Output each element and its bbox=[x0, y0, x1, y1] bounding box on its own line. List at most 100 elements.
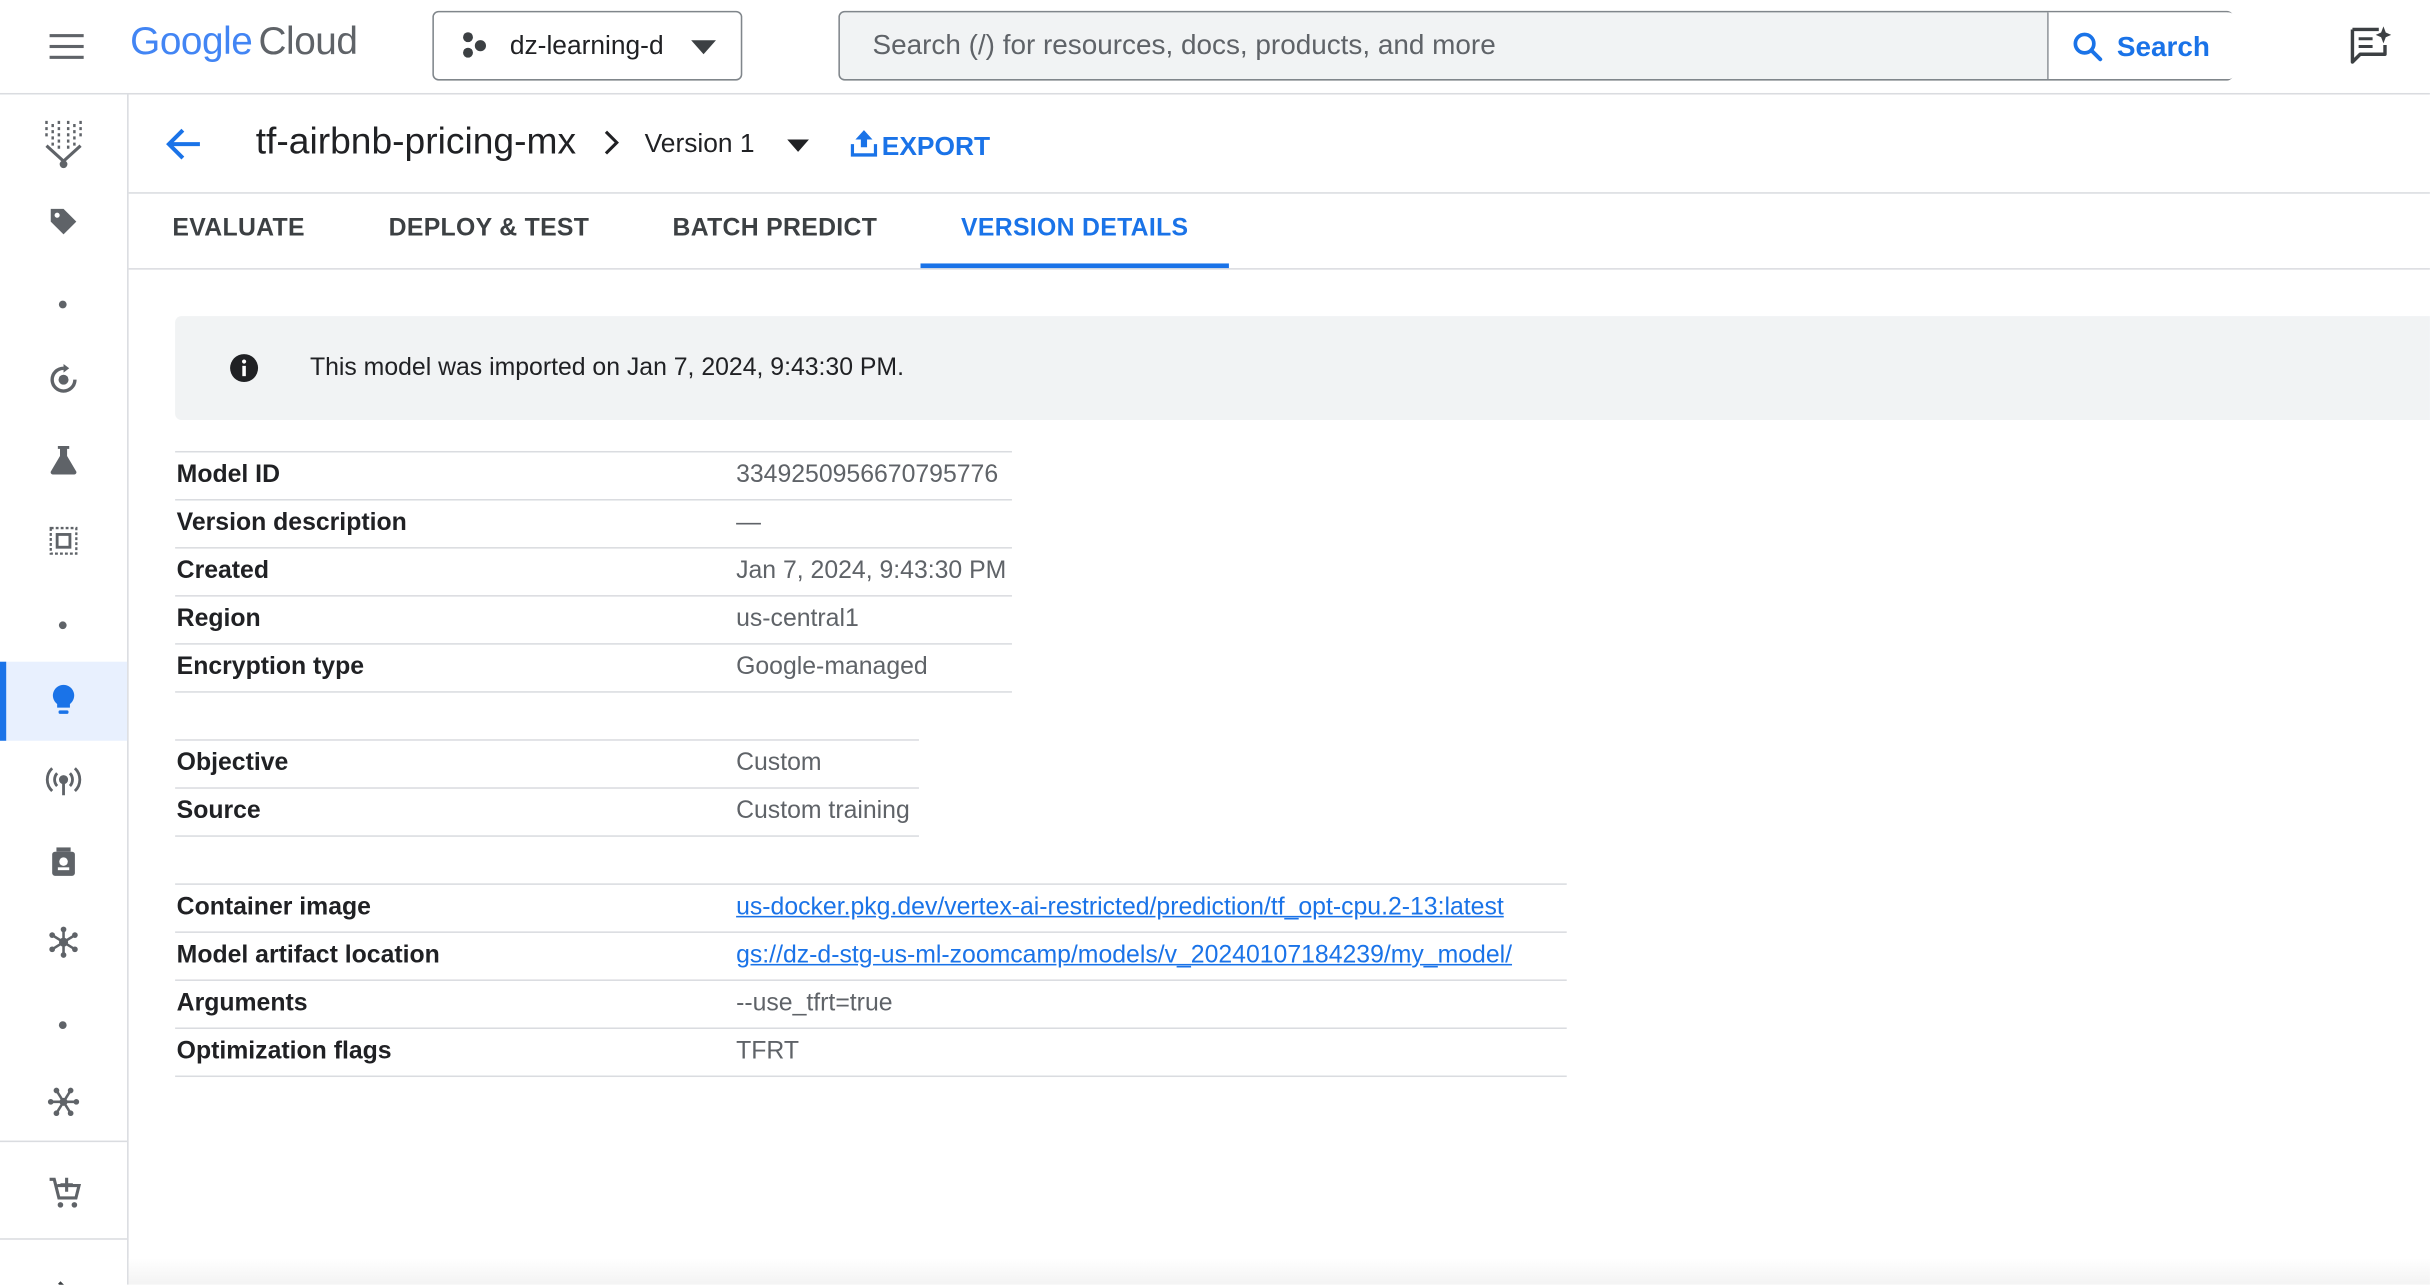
details-training-table: Objective Custom Source Custom training bbox=[175, 739, 919, 837]
row-key: Model ID bbox=[176, 461, 280, 489]
project-picker[interactable]: dz-learning-d bbox=[432, 10, 743, 81]
chevron-down-icon bbox=[691, 40, 716, 55]
endpoints-icon bbox=[45, 767, 82, 796]
vertex-ai-icon bbox=[45, 120, 82, 169]
feature-store-icon bbox=[52, 847, 75, 876]
export-label: EXPORT bbox=[881, 131, 991, 162]
search-button-label: Search bbox=[2116, 30, 2210, 62]
rail-item-workbench[interactable] bbox=[0, 510, 127, 572]
project-name: dz-learning-d bbox=[509, 30, 664, 61]
tab-version-details[interactable]: VERSION DETAILS bbox=[920, 194, 1229, 269]
search-input[interactable] bbox=[839, 12, 2046, 80]
table-row: Arguments --use_tfrt=true bbox=[175, 981, 1567, 1030]
chevron-down-icon bbox=[787, 139, 809, 152]
row-key: Optimization flags bbox=[176, 1038, 392, 1065]
tab-label: VERSION DETAILS bbox=[961, 215, 1189, 242]
banner-message: This model was imported on Jan 7, 2024, … bbox=[309, 354, 904, 382]
row-key: Created bbox=[176, 557, 269, 585]
table-row: Source Custom training bbox=[175, 789, 919, 837]
container-image-link[interactable]: us-docker.pkg.dev/vertex-ai-restricted/p… bbox=[736, 894, 1504, 922]
breadcrumb-chevron-icon bbox=[604, 130, 619, 155]
details-container-table: Container image us-docker.pkg.dev/vertex… bbox=[175, 883, 1567, 1078]
tab-deploy-test[interactable]: DEPLOY & TEST bbox=[369, 194, 609, 267]
tab-label: DEPLOY & TEST bbox=[388, 215, 590, 242]
row-value: TFRT bbox=[736, 1038, 800, 1065]
workbench-icon bbox=[49, 526, 78, 555]
version-label: Version 1 bbox=[644, 128, 755, 159]
table-row: Created Jan 7, 2024, 9:43:30 PM bbox=[175, 549, 1012, 597]
row-key: Version description bbox=[176, 509, 407, 537]
rail-item-feature-store[interactable] bbox=[0, 831, 127, 893]
search-icon bbox=[2073, 32, 2103, 62]
pipelines-icon bbox=[50, 364, 77, 393]
table-row: Model artifact location gs://dz-d-stg-us… bbox=[175, 933, 1567, 981]
table-row: Objective Custom bbox=[175, 741, 919, 789]
row-key: Region bbox=[176, 605, 261, 633]
main-menu-icon[interactable] bbox=[43, 28, 89, 65]
tab-label: BATCH PREDICT bbox=[672, 215, 878, 242]
metadata-icon bbox=[47, 1087, 80, 1117]
rail-expand-toggle[interactable] bbox=[0, 1260, 127, 1285]
info-banner: This model was imported on Jan 7, 2024, … bbox=[175, 316, 2430, 420]
app-root: Google Cloud dz-learning-d Search (/) fo… bbox=[0, 0, 2430, 1285]
rail-item-labeling[interactable] bbox=[0, 191, 127, 253]
table-row: Region us-central1 bbox=[175, 597, 1012, 645]
tag-icon bbox=[50, 208, 77, 235]
version-dropdown[interactable]: Version 1 bbox=[645, 119, 823, 169]
gemini-chat-icon[interactable] bbox=[2346, 23, 2392, 69]
row-key: Source bbox=[176, 798, 261, 825]
rail-item-model-registry[interactable] bbox=[0, 661, 128, 741]
tab-label: EVALUATE bbox=[172, 215, 305, 242]
model-registry-icon bbox=[52, 684, 75, 714]
tab-evaluate[interactable]: EVALUATE bbox=[129, 194, 349, 267]
rail-item-experiments[interactable] bbox=[0, 429, 127, 491]
search-bar: Search bbox=[838, 10, 2235, 81]
rail-separator bbox=[0, 1238, 128, 1240]
tab-batch-predict[interactable]: BATCH PREDICT bbox=[652, 194, 897, 267]
marketplace-icon bbox=[49, 1177, 82, 1208]
artifact-location-link[interactable]: gs://dz-d-stg-us-ml-zoomcamp/models/v_20… bbox=[736, 942, 1512, 970]
row-key: Encryption type bbox=[176, 653, 365, 681]
top-bar: Google Cloud dz-learning-d Search bbox=[0, 0, 2430, 95]
info-icon bbox=[230, 354, 259, 383]
row-key: Objective bbox=[176, 750, 289, 777]
row-value: Jan 7, 2024, 9:43:30 PM bbox=[736, 557, 1007, 585]
active-indicator bbox=[0, 661, 7, 741]
rail-item-marketplace[interactable] bbox=[0, 1161, 127, 1223]
table-row: Version description — bbox=[175, 501, 1012, 549]
search-button[interactable]: Search bbox=[2047, 12, 2235, 80]
export-icon bbox=[850, 130, 878, 157]
row-value: Google-managed bbox=[736, 653, 928, 681]
project-icon bbox=[463, 32, 486, 58]
table-row: Encryption type Google-managed bbox=[175, 645, 1012, 693]
row-value: Custom bbox=[736, 750, 822, 777]
rail-item-metadata[interactable] bbox=[0, 1071, 127, 1133]
row-key: Model artifact location bbox=[176, 942, 440, 969]
chevron-right-icon bbox=[58, 1281, 64, 1285]
left-nav-rail bbox=[0, 94, 129, 1285]
rail-item-vector-search[interactable] bbox=[0, 911, 127, 973]
row-key: Container image bbox=[176, 894, 371, 921]
rail-item-vertex-ai[interactable] bbox=[0, 112, 127, 180]
page-title: tf-airbnb-pricing-mx bbox=[255, 120, 577, 163]
row-value: --use_tfrt=true bbox=[736, 990, 893, 1017]
row-key: Arguments bbox=[176, 990, 308, 1017]
details-general-table: Model ID 3349250956670795776 Version des… bbox=[175, 450, 1012, 693]
rail-item-endpoints[interactable] bbox=[0, 750, 127, 812]
table-row: Optimization flags TFRT bbox=[175, 1029, 1567, 1078]
row-value: us-central1 bbox=[736, 605, 859, 633]
rail-item-pipelines[interactable] bbox=[0, 349, 127, 411]
rail-divider-dot bbox=[58, 621, 67, 630]
matching-engine-icon bbox=[49, 926, 78, 958]
google-cloud-logo[interactable]: Google Cloud bbox=[130, 20, 358, 65]
back-arrow-icon[interactable] bbox=[163, 122, 206, 165]
rail-divider-dot bbox=[58, 1021, 67, 1030]
logo-cloud: Cloud bbox=[258, 20, 358, 64]
experiments-icon bbox=[50, 446, 77, 475]
table-row: Container image us-docker.pkg.dev/vertex… bbox=[175, 885, 1567, 933]
row-value: 3349250956670795776 bbox=[736, 461, 999, 489]
row-value: — bbox=[736, 509, 761, 537]
bottom-fade bbox=[128, 1258, 2430, 1285]
rail-divider-dot bbox=[58, 300, 67, 309]
row-value: Custom training bbox=[736, 798, 910, 825]
